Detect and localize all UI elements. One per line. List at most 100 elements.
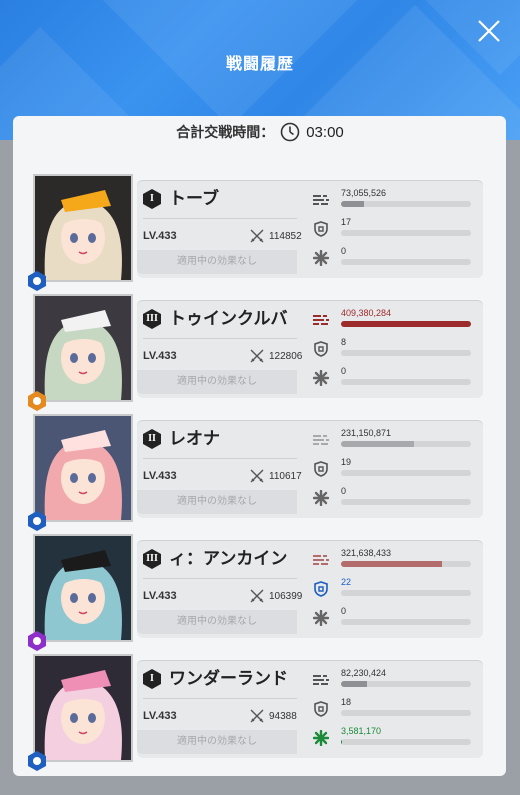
active-effect-status: 適用中の効果なし (137, 730, 297, 754)
heal-value: 0 (341, 606, 347, 616)
active-effect-status: 適用中の効果なし (137, 250, 297, 274)
shield-icon (314, 221, 328, 237)
taken-value: 8 (341, 337, 347, 347)
character-card: III トゥインクルバ LV.433 122806 適用中の効果なし 409,3… (137, 300, 483, 398)
swords-icon (250, 349, 264, 363)
damage-bar-fill (341, 321, 471, 327)
shield-icon (314, 341, 328, 357)
page-title: 戦闘履歴 (225, 56, 294, 73)
active-effect-status: 適用中の効果なし (137, 610, 297, 634)
taken-value: 18 (341, 697, 352, 707)
character-name: ワンダーランド (169, 669, 288, 688)
damage-value: 409,380,284 (341, 308, 392, 318)
damage-dealt-stat: 409,380,284 (313, 308, 473, 332)
damage-taken-stat: 19 (313, 457, 473, 481)
heal-stat: 0 (313, 366, 473, 390)
divider (143, 338, 297, 339)
combat-power: 110617 (269, 471, 302, 482)
shield-icon (314, 461, 328, 477)
damage-taken-stat: 18 (313, 697, 473, 721)
character-name: トゥインクルバ (169, 309, 288, 328)
character-level: LV.433 (143, 350, 177, 362)
character-name: レオナ (169, 429, 220, 448)
swords-icon (250, 589, 264, 603)
damage-value: 73,055,526 (341, 188, 387, 198)
damage-bar-fill (341, 681, 367, 687)
character-card: II レオナ LV.433 110617 適用中の効果なし 231,150,87… (137, 420, 483, 518)
character-row: I トーブ LV.433 114852 適用中の効果なし 73,055,526 (28, 174, 485, 291)
damage-dealt-stat: 82,230,424 (313, 668, 473, 692)
heal-icon (313, 370, 329, 386)
heal-stat: 3,581,170 (313, 726, 473, 750)
damage-icon (313, 195, 329, 205)
character-level: LV.433 (143, 710, 177, 722)
close-icon[interactable] (476, 18, 502, 44)
character-portrait (33, 294, 133, 402)
character-card: I トーブ LV.433 114852 適用中の効果なし 73,055,526 (137, 180, 483, 278)
total-time-value: 03:00 (306, 123, 344, 141)
character-level: LV.433 (143, 590, 177, 602)
character-card: III ィ：アンカイン LV.433 106399 適用中の効果なし 321,6… (137, 540, 483, 638)
damage-icon (313, 315, 329, 325)
damage-taken-stat: 8 (313, 337, 473, 361)
water-drop-icon (28, 271, 46, 291)
burst-badge-icon (143, 549, 161, 569)
damage-bar-fill (341, 201, 365, 207)
heal-stat: 0 (313, 246, 473, 270)
burst-badge-icon (143, 669, 161, 689)
damage-bar-fill (341, 441, 414, 447)
water-drop-icon (28, 751, 46, 771)
active-effect-status: 適用中の効果なし (137, 490, 297, 514)
lightning-icon (28, 631, 46, 651)
taken-value: 17 (341, 217, 352, 227)
water-drop-icon (28, 511, 46, 531)
shield-icon (314, 581, 328, 597)
character-row: II レオナ LV.433 110617 適用中の効果なし 231,150,87… (28, 414, 485, 531)
taken-value: 22 (341, 577, 352, 587)
heal-stat: 0 (313, 486, 473, 510)
burst-badge-icon (143, 189, 161, 209)
damage-taken-stat: 17 (313, 217, 473, 241)
damage-dealt-stat: 231,150,871 (313, 428, 473, 452)
character-card: I ワンダーランド LV.433 94388 適用中の効果なし 82,230,4… (137, 660, 483, 758)
character-level: LV.433 (143, 470, 177, 482)
heal-icon (313, 250, 329, 266)
combat-power: 122806 (269, 351, 303, 362)
character-row: III トゥインクルバ LV.433 122806 適用中の効果なし 409,3… (28, 294, 485, 411)
clock-icon (280, 122, 300, 142)
damage-taken-stat: 22 (313, 577, 473, 601)
damage-value: 231,150,871 (341, 428, 392, 438)
combat-power: 114852 (269, 231, 302, 242)
damage-value: 82,230,424 (341, 668, 387, 678)
divider (143, 218, 297, 219)
heal-stat: 0 (313, 606, 473, 630)
character-portrait (33, 414, 133, 522)
swords-icon (250, 229, 264, 243)
combat-power: 94388 (269, 711, 297, 722)
damage-icon (313, 435, 329, 445)
heal-value: 0 (341, 366, 347, 376)
heal-value: 0 (341, 486, 347, 496)
heal-value: 0 (341, 246, 347, 256)
swords-icon (250, 709, 264, 723)
damage-bar-fill (341, 561, 443, 567)
character-row: I ワンダーランド LV.433 94388 適用中の効果なし 82,230,4… (28, 654, 485, 771)
heal-icon (313, 490, 329, 506)
damage-dealt-stat: 321,638,433 (313, 548, 473, 572)
total-time-label: 合計交戦時間： (176, 124, 275, 140)
heal-icon (313, 730, 329, 746)
damage-icon (313, 675, 329, 685)
character-portrait (33, 654, 133, 762)
divider (143, 578, 297, 579)
character-name: トーブ (169, 189, 219, 208)
total-battle-time: 合計交戦時間： 03:00 (0, 122, 520, 142)
character-name: ィ：アンカイン (169, 549, 288, 568)
damage-icon (313, 555, 329, 565)
divider (143, 698, 297, 699)
combat-power: 106399 (269, 591, 303, 602)
character-portrait (33, 534, 133, 642)
heal-value: 3,581,170 (341, 726, 382, 736)
swords-icon (250, 469, 264, 483)
character-portrait (33, 174, 133, 282)
damage-dealt-stat: 73,055,526 (313, 188, 473, 212)
